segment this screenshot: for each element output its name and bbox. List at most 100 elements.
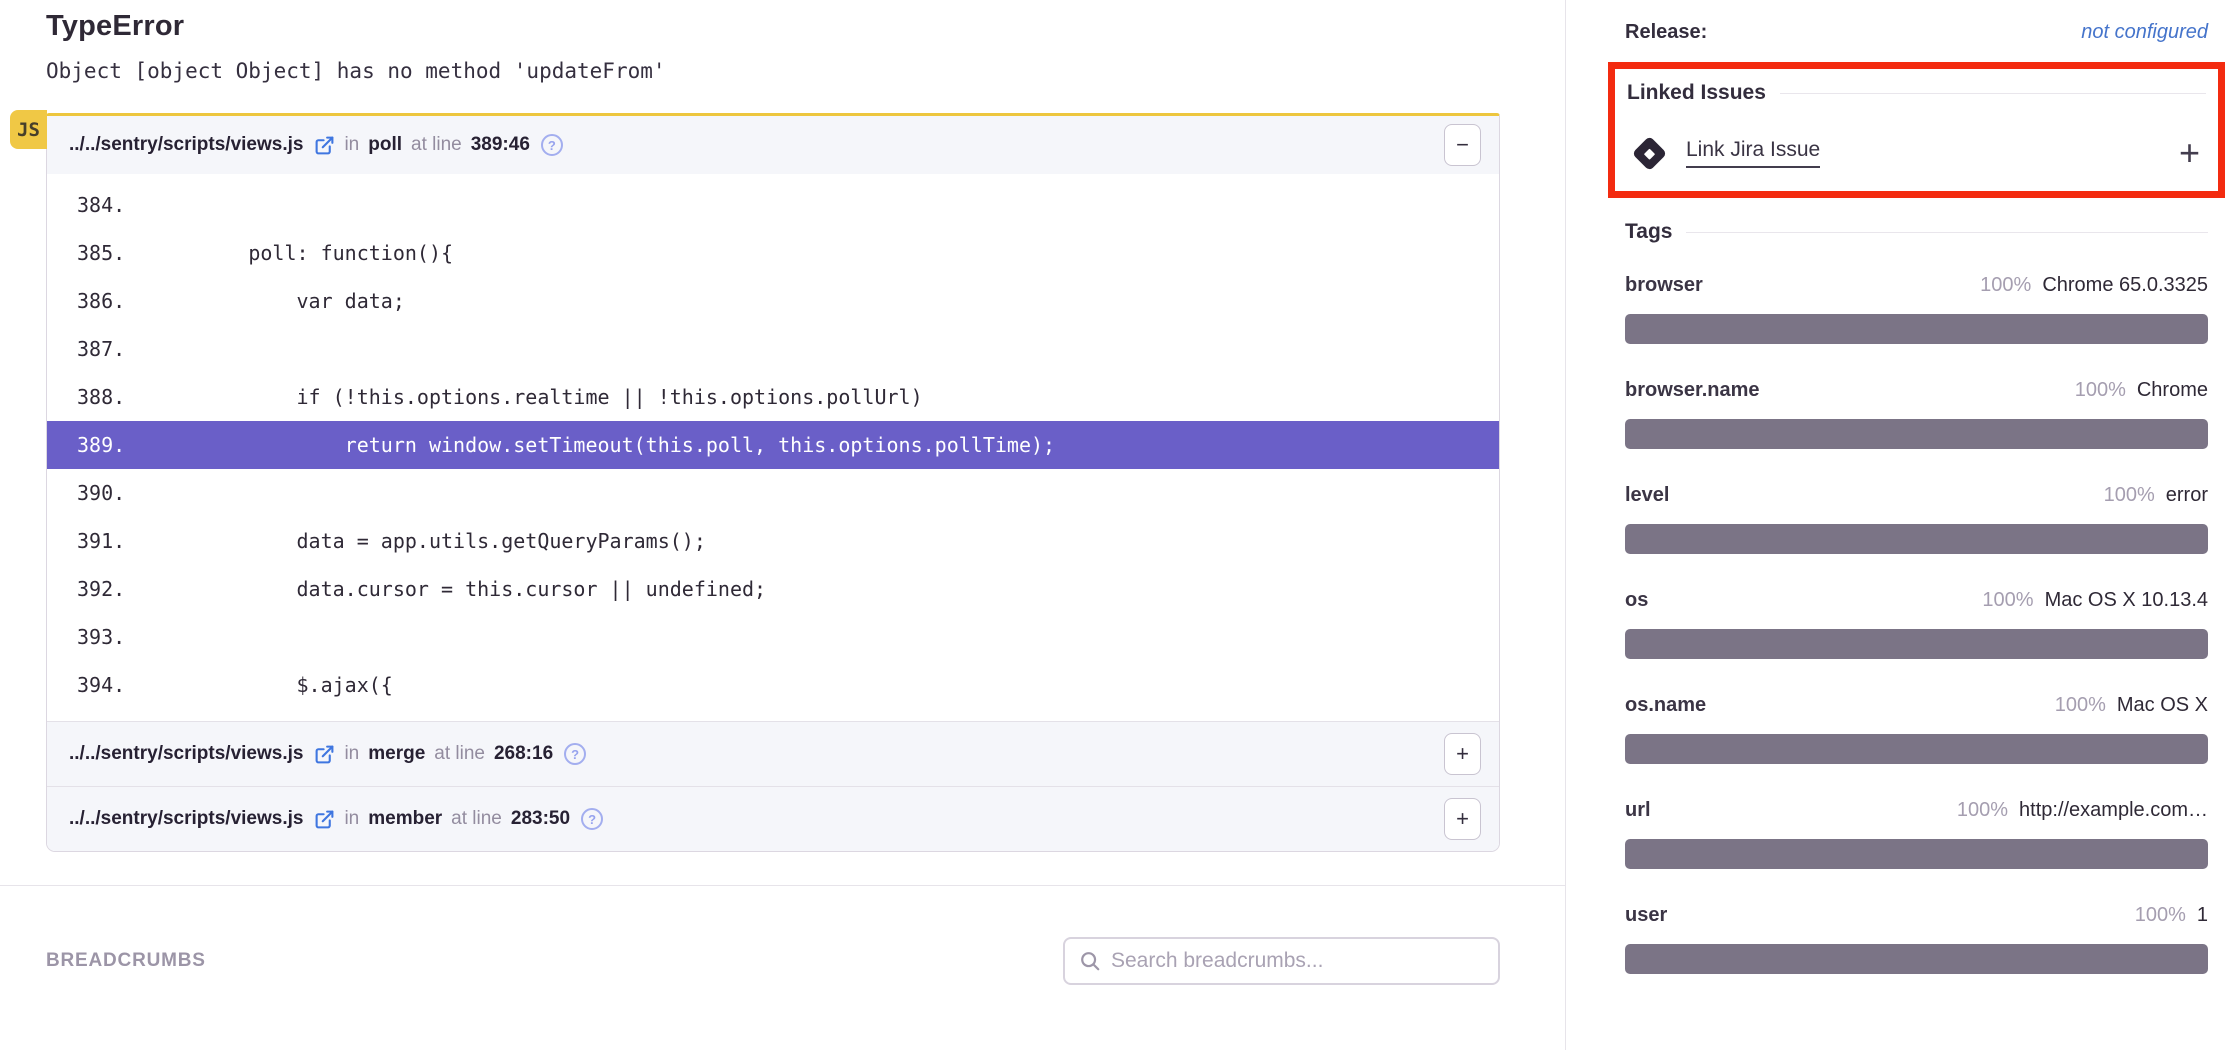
tags-title: Tags — [1625, 220, 1672, 244]
tag-row-browser-name: browser.name 100% Chrome — [1625, 379, 2208, 449]
tag-row-user: user 100%1 — [1625, 904, 2208, 974]
search-icon — [1079, 950, 1101, 972]
stack-frame-header-poll[interactable]: ../../sentry/scripts/views.js in poll at… — [47, 116, 1499, 174]
frame-function-name: poll — [368, 134, 402, 156]
issue-sidebar: Release: not configured Linked Issues Li… — [1567, 0, 2234, 1050]
help-icon[interactable]: ? — [541, 134, 563, 156]
frame-line-number: 389:46 — [471, 134, 530, 156]
tag-percent: 100% — [2104, 484, 2155, 507]
stack-trace: JS ../../sentry/scripts/views.js in poll… — [46, 113, 1500, 852]
tag-key[interactable]: user — [1625, 904, 1667, 927]
external-link-icon[interactable] — [314, 135, 335, 156]
release-label: Release: — [1625, 21, 1707, 44]
linked-issues-heading: Linked Issues — [1627, 81, 2206, 105]
tag-distribution-bar[interactable] — [1625, 839, 2208, 869]
issue-detail-panel: TypeError Object [object Object] has no … — [0, 0, 1566, 1050]
linked-issues-highlight-box: Linked Issues Link Jira Issue + — [1608, 62, 2225, 198]
tag-value[interactable]: error — [2166, 484, 2208, 507]
tag-key[interactable]: browser.name — [1625, 379, 1760, 402]
issue-header: TypeError Object [object Object] has no … — [0, 0, 1565, 83]
tag-row-browser: browser 100% Chrome 65.0.3325 — [1625, 274, 2208, 344]
frame-file-path: ../../sentry/scripts/views.js — [69, 134, 303, 156]
tag-value[interactable]: Chrome — [2137, 379, 2208, 402]
tag-percent: 100% — [1980, 274, 2031, 297]
frame-in-label: in — [344, 743, 359, 765]
code-context: 384. 385. poll: function(){ 386. var dat… — [47, 174, 1499, 721]
section-divider — [0, 885, 1565, 886]
stack-frame-header-merge[interactable]: ../../sentry/scripts/views.js in merge a… — [47, 721, 1499, 786]
link-jira-issue-link[interactable]: Link Jira Issue — [1686, 138, 1820, 168]
expand-frame-button[interactable]: + — [1444, 798, 1481, 840]
code-line: 390. — [47, 469, 1499, 517]
help-icon[interactable]: ? — [564, 743, 586, 765]
tags-section: Tags browser 100% Chrome 65.0.3325 browse… — [1625, 220, 2208, 974]
frame-file-path: ../../sentry/scripts/views.js — [69, 808, 303, 830]
frame-function-name: merge — [368, 743, 425, 765]
tag-value[interactable]: Mac OS X 10.13.4 — [2045, 589, 2208, 612]
tag-distribution-bar[interactable] — [1625, 524, 2208, 554]
tag-percent: 100% — [1957, 799, 2008, 822]
tag-value[interactable]: 1 — [2197, 904, 2208, 927]
code-line-error-highlight: 389. return window.setTimeout(this.poll,… — [47, 421, 1499, 469]
external-link-icon[interactable] — [314, 809, 335, 830]
code-line: 394. $.ajax({ — [47, 661, 1499, 709]
external-link-icon[interactable] — [314, 744, 335, 765]
heading-rule — [1686, 232, 2208, 233]
code-line: 392. data.cursor = this.cursor || undefi… — [47, 565, 1499, 613]
tag-key[interactable]: url — [1625, 799, 1651, 822]
frame-line-number: 268:16 — [494, 743, 553, 765]
code-line: 388. if (!this.options.realtime || !this… — [47, 373, 1499, 421]
tag-key[interactable]: level — [1625, 484, 1669, 507]
stack-frame-header-member[interactable]: ../../sentry/scripts/views.js in member … — [47, 786, 1499, 851]
tag-value[interactable]: Chrome 65.0.3325 — [2042, 274, 2208, 297]
tag-row-os-name: os.name 100% Mac OS X — [1625, 694, 2208, 764]
release-not-configured-link[interactable]: not configured — [2081, 21, 2208, 44]
breadcrumbs-search[interactable] — [1063, 937, 1500, 985]
tag-distribution-bar[interactable] — [1625, 629, 2208, 659]
tag-value[interactable]: http://example.com… — [2019, 799, 2208, 822]
tag-row-level: level 100% error — [1625, 484, 2208, 554]
breadcrumbs-title: BREADCRUMBS — [46, 950, 206, 972]
collapse-frame-button[interactable]: − — [1444, 124, 1481, 166]
frame-file-path: ../../sentry/scripts/views.js — [69, 743, 303, 765]
tag-distribution-bar[interactable] — [1625, 944, 2208, 974]
tag-key[interactable]: browser — [1625, 274, 1703, 297]
code-line: 384. — [47, 181, 1499, 229]
linked-issues-title: Linked Issues — [1627, 81, 1766, 105]
code-line: 393. — [47, 613, 1499, 661]
tags-heading: Tags — [1625, 220, 2208, 244]
frame-atline-label: at line — [434, 743, 485, 765]
tag-percent: 100% — [2075, 379, 2126, 402]
help-icon[interactable]: ? — [581, 808, 603, 830]
tag-row-os: os 100% Mac OS X 10.13.4 — [1625, 589, 2208, 659]
frame-in-label: in — [344, 134, 359, 156]
release-row: Release: not configured — [1625, 0, 2208, 50]
search-breadcrumbs-input[interactable] — [1111, 949, 1484, 973]
frame-line-number: 283:50 — [511, 808, 570, 830]
error-type-title: TypeError — [46, 10, 1500, 43]
tag-key[interactable]: os — [1625, 589, 1648, 612]
tag-distribution-bar[interactable] — [1625, 314, 2208, 344]
code-line: 385. poll: function(){ — [47, 229, 1499, 277]
frame-in-label: in — [344, 808, 359, 830]
tag-distribution-bar[interactable] — [1625, 419, 2208, 449]
add-linked-issue-button[interactable]: + — [2179, 135, 2200, 171]
tag-percent: 100% — [2055, 694, 2106, 717]
code-line: 391. data = app.utils.getQueryParams(); — [47, 517, 1499, 565]
tag-key[interactable]: os.name — [1625, 694, 1706, 717]
expand-frame-button[interactable]: + — [1444, 733, 1481, 775]
code-line: 386. var data; — [47, 277, 1499, 325]
breadcrumbs-section-header: BREADCRUMBS — [0, 937, 1565, 985]
tag-percent: 100% — [1982, 589, 2033, 612]
tag-distribution-bar[interactable] — [1625, 734, 2208, 764]
link-jira-issue-row[interactable]: Link Jira Issue + — [1627, 135, 2206, 171]
frame-atline-label: at line — [451, 808, 502, 830]
platform-js-badge: JS — [10, 110, 47, 149]
code-line: 387. — [47, 325, 1499, 373]
tag-value[interactable]: Mac OS X — [2117, 694, 2208, 717]
error-message: Object [object Object] has no method 'up… — [46, 59, 1500, 83]
stack-trace-box: ../../sentry/scripts/views.js in poll at… — [46, 113, 1500, 852]
frame-atline-label: at line — [411, 134, 462, 156]
frame-function-name: member — [368, 808, 442, 830]
heading-rule — [1780, 93, 2206, 94]
